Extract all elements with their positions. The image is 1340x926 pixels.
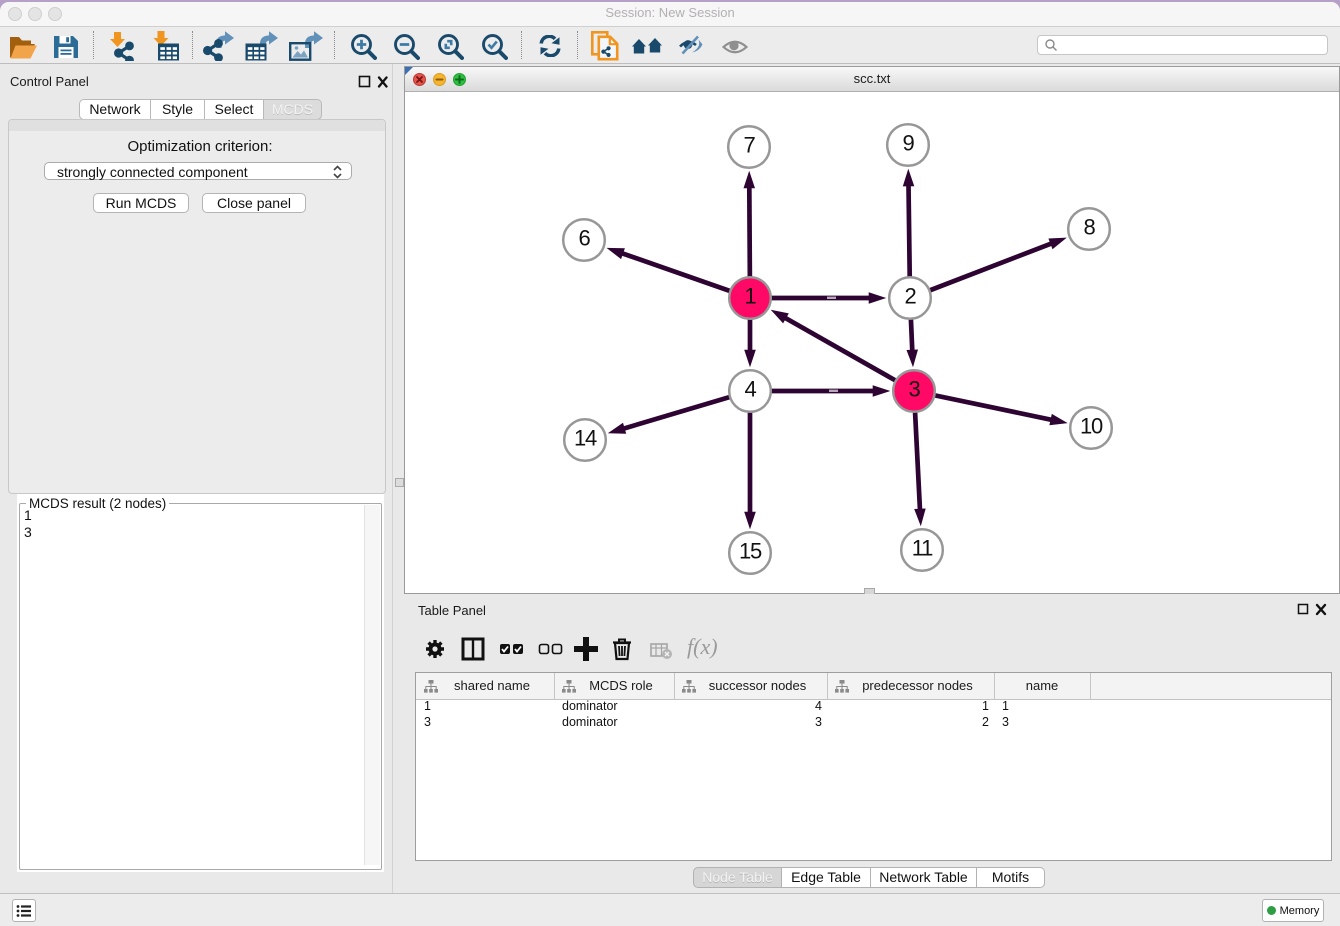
svg-text:6: 6 [578, 226, 590, 251]
svg-text:14: 14 [574, 426, 597, 451]
svg-text:2: 2 [904, 284, 916, 309]
svg-text:1: 1 [744, 284, 756, 309]
svg-text:7: 7 [743, 133, 755, 158]
svg-text:15: 15 [739, 539, 762, 564]
svg-text:8: 8 [1083, 215, 1095, 240]
svg-text:3: 3 [908, 377, 920, 402]
svg-text:10: 10 [1080, 414, 1103, 439]
svg-text:4: 4 [744, 377, 756, 402]
svg-text:9: 9 [902, 131, 914, 156]
svg-text:11: 11 [912, 536, 933, 561]
